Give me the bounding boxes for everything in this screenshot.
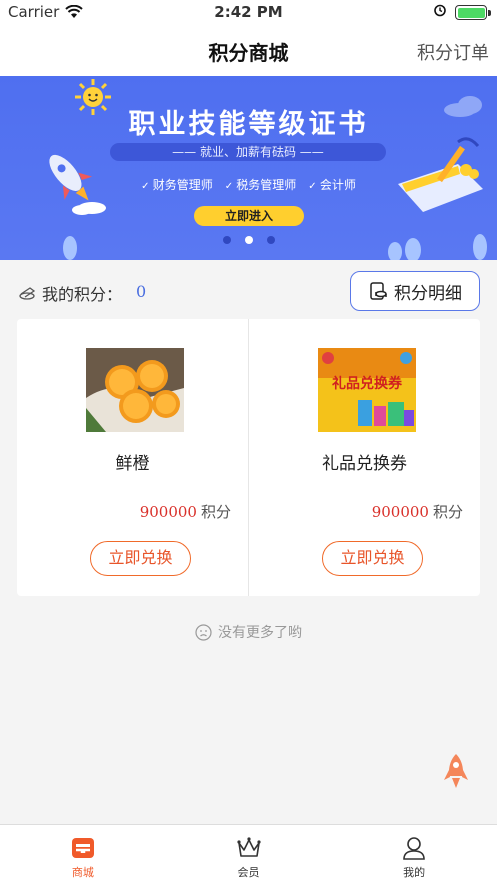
alarm-icon [433,3,447,21]
points-label-group: 我的积分： [18,281,122,305]
product-grid: 鲜橙 900000 积分 立即兑换 礼品兑换券 礼品兑换券 900000 积分 立即… [17,319,480,596]
no-more-notice: 没有更多了哟 [0,622,497,642]
product-price-value: 900000 [139,503,197,521]
bottom-tab-bar: 商城 会员 我的 [0,824,497,883]
sad-face-icon [195,623,212,641]
tree-decoration-icon [388,238,421,260]
status-time: 2:42 PM [214,3,283,21]
tab-label: 我的 [403,866,426,879]
points-orders-link[interactable]: 积分订单 [417,39,489,65]
points-label: 我的积分： [42,285,123,304]
product-item[interactable]: 礼品兑换券 礼品兑换券 900000 积分 立即兑换 [248,319,480,596]
no-more-text: 没有更多了哟 [218,625,302,641]
tab-shop[interactable]: 商城 [0,825,166,883]
redeem-button[interactable]: 立即兑换 [90,541,191,576]
points-value: 0 [136,282,147,301]
tab-label: 会员 [237,866,260,879]
product-name: 礼品兑换券 [322,454,407,474]
points-ledger-icon [370,282,387,300]
promo-banner[interactable]: 职业技能等级证书 —— 就业、加薪有砝码 —— 财务管理师 税务管理师 会计师 … [0,76,497,260]
product-price: 900000 积分 [372,501,463,522]
banner-tag: 税务管理师 [225,176,296,193]
tab-mine[interactable]: 我的 [331,825,497,883]
points-detail-label: 积分明细 [394,283,462,304]
crown-icon [236,837,261,857]
points-detail-button[interactable]: 积分明细 [350,271,480,311]
banner-enter-button[interactable]: 立即进入 [194,206,304,226]
product-price-unit: 积分 [200,503,231,521]
product-item[interactable]: 鲜橙 900000 积分 立即兑换 [17,319,248,596]
product-name: 鲜橙 [115,454,150,474]
nav-bar: 积分商城 积分订单 [0,26,497,76]
voucher-image-text: 礼品兑换券 [332,375,403,392]
user-icon [403,837,425,860]
banner-subline: —— 就业、加薪有砝码 —— [110,143,386,161]
product-price-unit: 积分 [432,503,463,521]
status-bar: Carrier 2:42 PM [0,0,497,26]
carousel-dot[interactable] [266,236,275,244]
tree-decoration-icon [63,236,77,260]
banner-tag: 会计师 [308,176,356,193]
orange-photo-icon[interactable] [86,348,184,432]
banner-tag: 财务管理师 [141,176,213,193]
gift-voucher-image-icon[interactable]: 礼品兑换券 [318,348,416,432]
redeem-button[interactable]: 立即兑换 [322,541,423,576]
back-to-top-rocket-icon[interactable] [441,752,471,792]
tree-decoration-icon [473,234,487,260]
tab-member[interactable]: 会员 [166,825,332,883]
carousel-dot-active[interactable] [244,236,253,244]
carousel-dot[interactable] [222,236,231,244]
points-row: 我的积分： 0 积分明细 [0,262,497,318]
shop-icon [71,838,94,858]
coins-icon [19,287,36,300]
product-price: 900000 积分 [140,501,231,522]
tab-label: 商城 [71,866,94,879]
battery-icon [455,5,491,20]
certificate-illustration-icon [398,137,483,212]
product-price-value: 900000 [371,503,429,521]
